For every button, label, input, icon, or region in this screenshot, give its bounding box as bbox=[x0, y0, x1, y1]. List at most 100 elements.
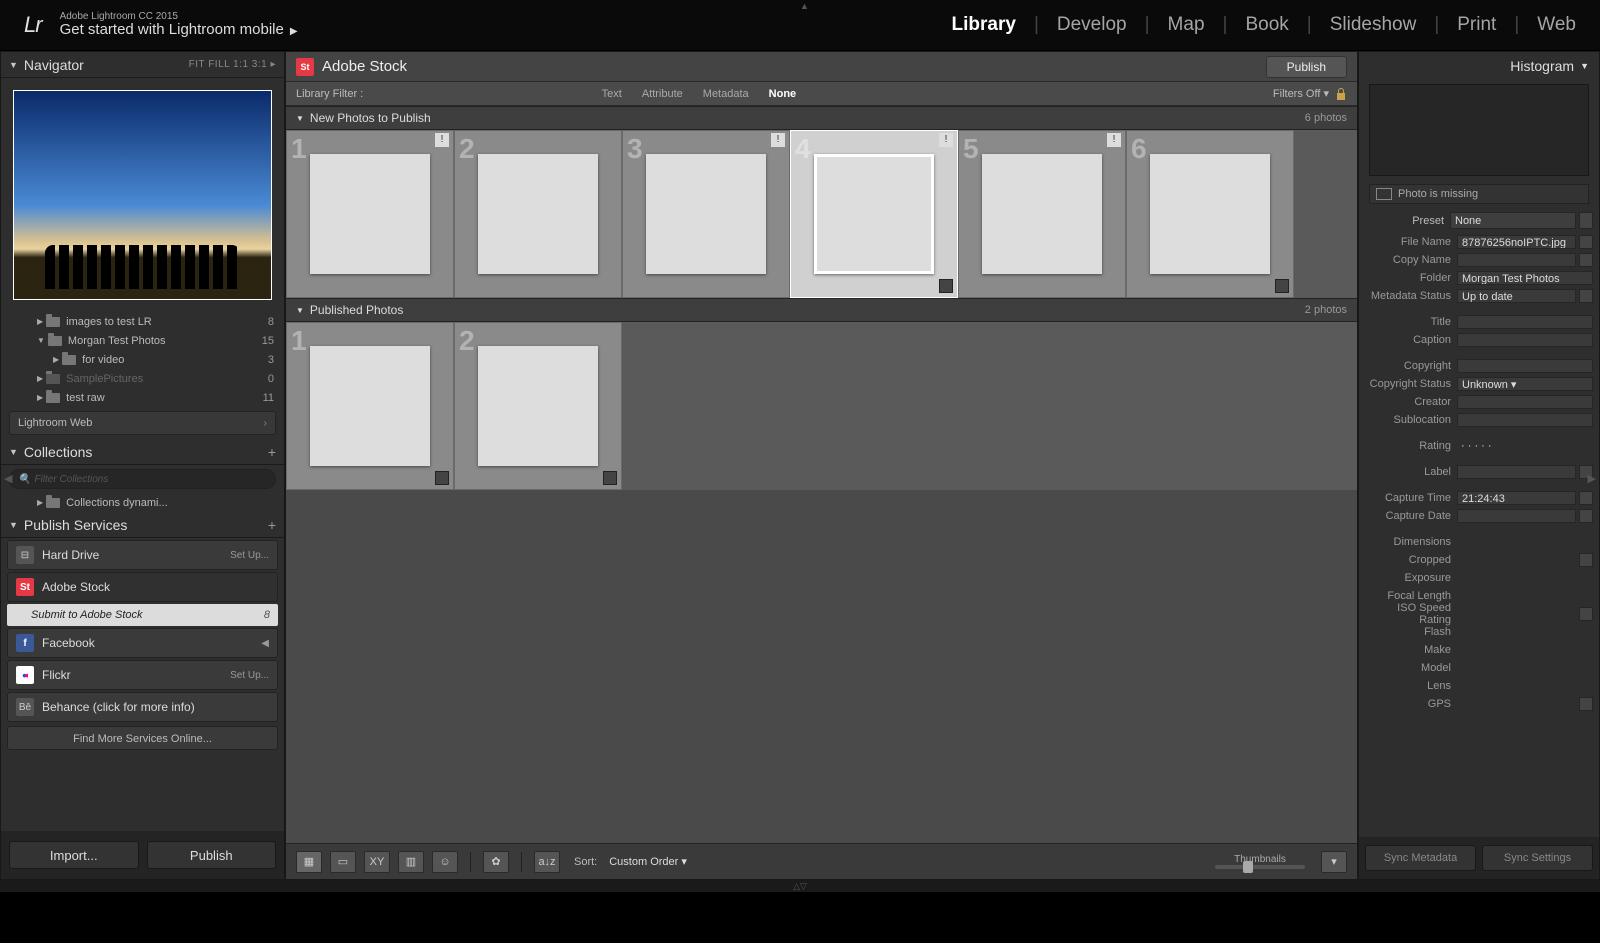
module-tab-web[interactable]: Web bbox=[1537, 14, 1576, 36]
lightroom-web-button[interactable]: Lightroom Web› bbox=[9, 411, 276, 435]
photo-missing-warning[interactable]: Photo is missing bbox=[1369, 184, 1589, 204]
meta-value[interactable] bbox=[1457, 359, 1593, 373]
meta-action-button[interactable] bbox=[1579, 607, 1593, 621]
filmstrip-collapse[interactable]: △▽ bbox=[0, 880, 1600, 892]
filter-tab-none[interactable]: None bbox=[769, 88, 797, 100]
folder-row[interactable]: ▶for video3 bbox=[1, 350, 284, 369]
photo-thumbnail[interactable]: 1! bbox=[286, 130, 454, 298]
meta-value[interactable] bbox=[1457, 253, 1576, 267]
preset-options-button[interactable] bbox=[1579, 212, 1593, 229]
photo-thumbnail[interactable]: 2 bbox=[454, 130, 622, 298]
meta-value[interactable] bbox=[1457, 509, 1576, 523]
filter-tab-attribute[interactable]: Attribute bbox=[642, 88, 683, 100]
meta-action-button[interactable] bbox=[1579, 491, 1593, 505]
filter-tab-metadata[interactable]: Metadata bbox=[703, 88, 749, 100]
sort-direction-button[interactable]: a↓z bbox=[534, 851, 560, 873]
module-tab-print[interactable]: Print bbox=[1457, 14, 1496, 36]
meta-value[interactable] bbox=[1457, 395, 1593, 409]
meta-value[interactable]: 21:24:43 bbox=[1457, 491, 1576, 505]
meta-value[interactable] bbox=[1457, 607, 1576, 621]
meta-value[interactable] bbox=[1457, 679, 1593, 693]
navigator-preview[interactable] bbox=[13, 90, 272, 300]
grid-view-button[interactable]: ▦ bbox=[296, 851, 322, 873]
photo-thumbnail[interactable]: 5! bbox=[958, 130, 1126, 298]
preset-dropdown[interactable]: None bbox=[1450, 212, 1576, 229]
meta-value[interactable]: Morgan Test Photos bbox=[1457, 271, 1593, 285]
publish-button[interactable]: Publish bbox=[147, 841, 277, 869]
grid-section-header[interactable]: ▼New Photos to Publish6 photos bbox=[286, 106, 1357, 130]
spray-can-button[interactable]: ✿ bbox=[483, 851, 509, 873]
meta-value[interactable]: · · · · · bbox=[1457, 439, 1593, 453]
sort-dropdown[interactable]: Custom Order ▾ bbox=[609, 855, 687, 868]
publish-action-button[interactable]: Publish bbox=[1266, 56, 1347, 78]
find-services-button[interactable]: Find More Services Online... bbox=[7, 726, 278, 750]
folder-row[interactable]: ▶images to test LR8 bbox=[1, 312, 284, 331]
meta-value[interactable]: Up to date bbox=[1457, 289, 1576, 303]
import-button[interactable]: Import... bbox=[9, 841, 139, 869]
survey-view-button[interactable]: ▥ bbox=[398, 851, 424, 873]
module-tab-slideshow[interactable]: Slideshow bbox=[1330, 14, 1417, 36]
plus-icon[interactable]: + bbox=[268, 517, 276, 533]
photo-thumbnail[interactable]: 4! bbox=[790, 130, 958, 298]
meta-value[interactable] bbox=[1457, 553, 1576, 567]
module-tab-develop[interactable]: Develop bbox=[1057, 14, 1127, 36]
photo-thumbnail[interactable]: 3! bbox=[622, 130, 790, 298]
publish-collection[interactable]: Submit to Adobe Stock8 bbox=[7, 604, 278, 626]
meta-value[interactable] bbox=[1457, 589, 1593, 603]
collapse-top-icon[interactable]: ▲ bbox=[800, 1, 809, 11]
publish-service-hd[interactable]: ⊟Hard DriveSet Up... bbox=[7, 540, 278, 570]
publish-service-fl[interactable]: FlickrSet Up... bbox=[7, 660, 278, 690]
people-view-button[interactable]: ☺ bbox=[432, 851, 458, 873]
navigator-header[interactable]: ▼ Navigator FIT FILL 1:1 3:1 ▸ bbox=[1, 52, 284, 78]
folder-row[interactable]: ▶SamplePictures0 bbox=[1, 369, 284, 388]
meta-action-button[interactable] bbox=[1579, 253, 1593, 267]
meta-value[interactable] bbox=[1457, 535, 1593, 549]
meta-value[interactable] bbox=[1457, 333, 1593, 347]
meta-action-button[interactable] bbox=[1579, 509, 1593, 523]
photo-thumbnail[interactable]: 6 bbox=[1126, 130, 1294, 298]
collapse-left-icon[interactable]: ◀ bbox=[4, 472, 12, 485]
photo-thumbnail[interactable]: 2 bbox=[454, 322, 622, 490]
meta-value[interactable] bbox=[1457, 643, 1593, 657]
publish-service-st[interactable]: StAdobe Stock bbox=[7, 572, 278, 602]
mobile-link[interactable]: Get started with Lightroom mobile▶ bbox=[60, 22, 298, 39]
meta-value[interactable] bbox=[1457, 661, 1593, 675]
meta-value[interactable]: 87876256noIPTC.jpg bbox=[1457, 235, 1576, 249]
compare-view-button[interactable]: XY bbox=[364, 851, 390, 873]
meta-value[interactable] bbox=[1457, 571, 1593, 585]
meta-action-button[interactable] bbox=[1579, 289, 1593, 303]
meta-value[interactable]: Unknown ▾ bbox=[1457, 377, 1593, 391]
filter-tab-text[interactable]: Text bbox=[602, 88, 622, 100]
filter-collections-input[interactable]: 🔍Filter Collections bbox=[9, 469, 276, 489]
meta-value[interactable] bbox=[1457, 697, 1576, 711]
module-tab-library[interactable]: Library bbox=[952, 14, 1016, 36]
filters-off-toggle[interactable]: Filters Off ▾ bbox=[1273, 87, 1329, 100]
folder-row[interactable]: ▼Morgan Test Photos15 bbox=[1, 331, 284, 350]
publish-service-fb[interactable]: fFacebook◀ bbox=[7, 628, 278, 658]
folder-row[interactable]: ▶test raw11 bbox=[1, 388, 284, 407]
meta-action-button[interactable] bbox=[1579, 235, 1593, 249]
meta-action-button[interactable] bbox=[1579, 553, 1593, 567]
meta-value[interactable] bbox=[1457, 465, 1576, 479]
thumbnail-size-slider[interactable] bbox=[1215, 865, 1305, 869]
collapse-right-icon[interactable]: ▶ bbox=[1588, 472, 1596, 485]
loupe-view-button[interactable]: ▭ bbox=[330, 851, 356, 873]
lock-icon[interactable] bbox=[1335, 87, 1347, 101]
histogram-header[interactable]: Histogram▼ bbox=[1359, 52, 1599, 80]
sync-settings-button[interactable]: Sync Settings bbox=[1482, 845, 1593, 871]
module-tab-map[interactable]: Map bbox=[1168, 14, 1205, 36]
navigator-zoom-levels[interactable]: FIT FILL 1:1 3:1 ▸ bbox=[189, 59, 276, 70]
photo-thumbnail[interactable]: 1 bbox=[286, 322, 454, 490]
module-tab-book[interactable]: Book bbox=[1245, 14, 1288, 36]
publish-services-header[interactable]: ▼ Publish Services + bbox=[1, 512, 284, 538]
meta-value[interactable] bbox=[1457, 315, 1593, 329]
collection-item[interactable]: ▶Collections dynami... bbox=[1, 493, 284, 512]
meta-value[interactable] bbox=[1457, 625, 1593, 639]
sync-metadata-button[interactable]: Sync Metadata bbox=[1365, 845, 1476, 871]
meta-action-button[interactable] bbox=[1579, 697, 1593, 711]
meta-value[interactable] bbox=[1457, 413, 1593, 427]
publish-service-be[interactable]: BēBehance (click for more info) bbox=[7, 692, 278, 722]
toolbar-menu-button[interactable]: ▾ bbox=[1321, 851, 1347, 873]
plus-icon[interactable]: + bbox=[268, 444, 276, 460]
collections-header[interactable]: ▼ Collections + bbox=[1, 439, 284, 465]
